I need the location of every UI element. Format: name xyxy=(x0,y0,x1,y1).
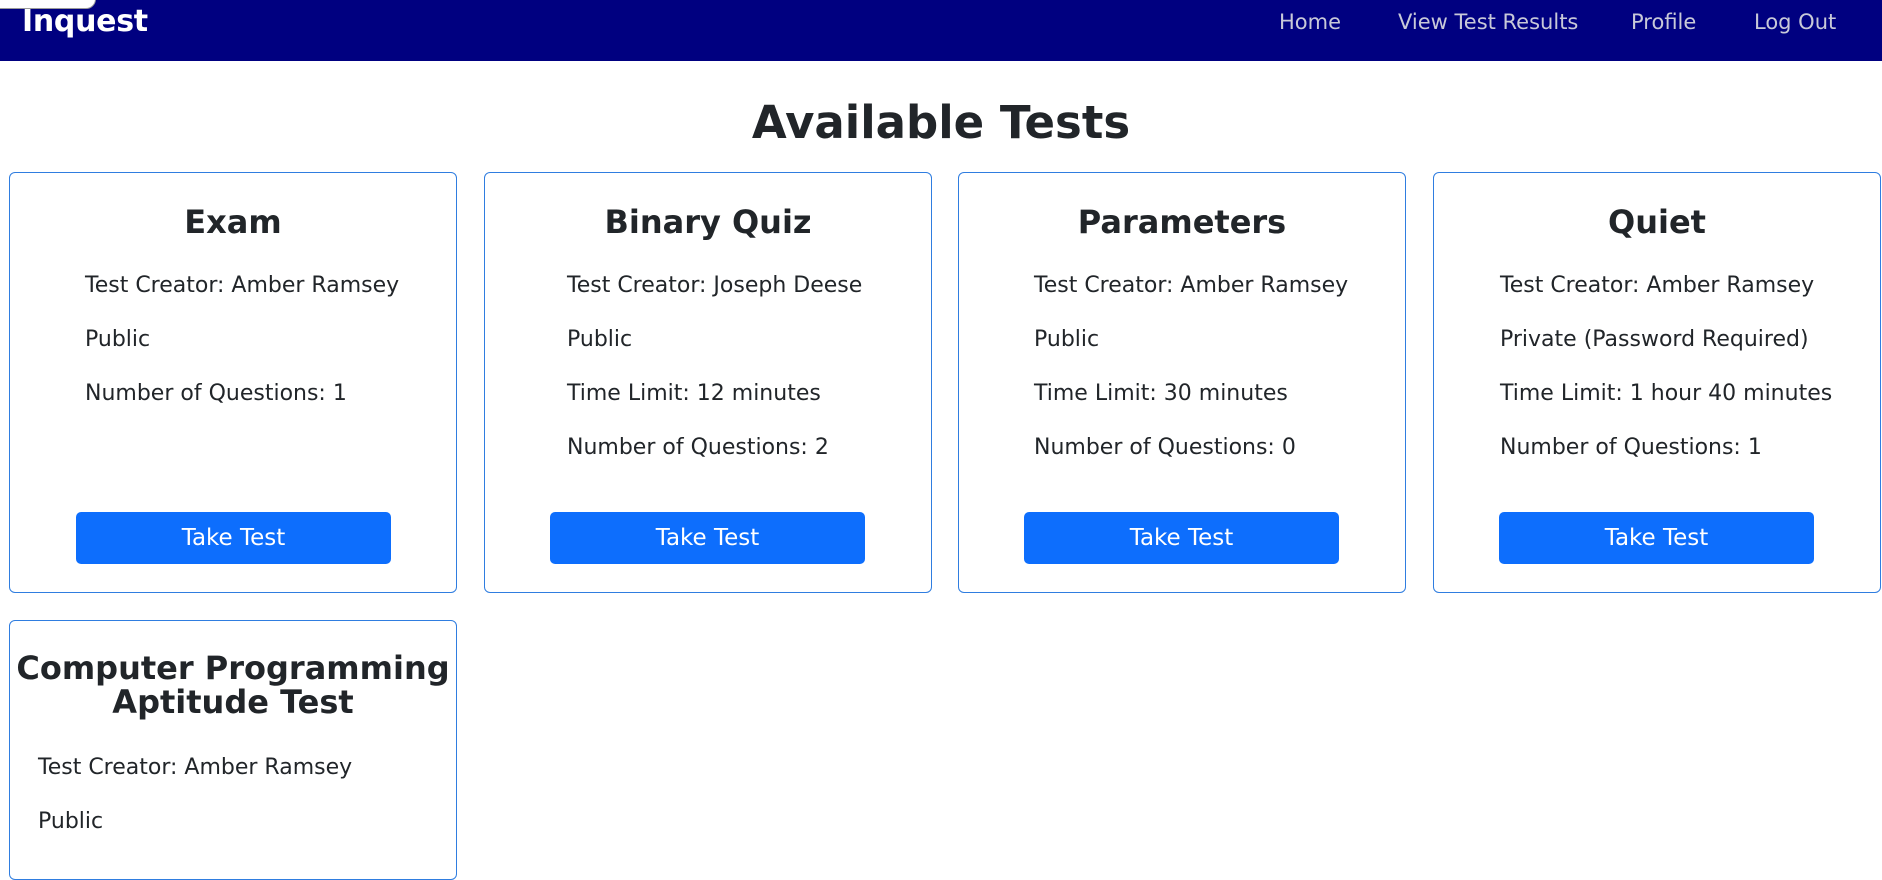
top-navbar: Inquest Home View Test Results Profile L… xyxy=(0,0,1882,61)
test-card-computer-programming-aptitude-test: Computer Programming Aptitude Test Test … xyxy=(9,620,457,880)
card-title: Exam xyxy=(184,203,282,241)
card-title-line-1: Computer Programming xyxy=(16,649,450,687)
card-visibility: Private (Password Required) xyxy=(1500,327,1809,352)
page-title: Available Tests xyxy=(751,96,1131,149)
card-creator: Test Creator: Amber Ramsey xyxy=(1500,273,1815,298)
card-creator: Test Creator: Amber Ramsey xyxy=(85,273,400,298)
card-question-count: Number of Questions: 0 xyxy=(1034,435,1296,460)
take-test-button[interactable]: Take Test xyxy=(1024,512,1339,564)
card-creator: Test Creator: Amber Ramsey xyxy=(1034,273,1349,298)
nav-links: Home View Test Results Profile Log Out xyxy=(0,10,1882,40)
test-card-parameters: Parameters Test Creator: Amber Ramsey Pu… xyxy=(958,172,1406,593)
corner-overlay-badge xyxy=(0,0,96,9)
card-title: Binary Quiz xyxy=(604,203,812,241)
nav-log-out-link[interactable]: Log Out xyxy=(1754,10,1836,34)
card-time-limit: Time Limit: 12 minutes xyxy=(567,381,821,406)
nav-home-link[interactable]: Home xyxy=(1279,10,1341,34)
card-creator: Test Creator: Joseph Deese xyxy=(567,273,863,298)
card-time-limit: Time Limit: 1 hour 40 minutes xyxy=(1500,381,1833,406)
card-title: Quiet xyxy=(1608,203,1706,241)
card-visibility: Public xyxy=(38,809,104,834)
test-card-quiet: Quiet Test Creator: Amber Ramsey Private… xyxy=(1433,172,1881,593)
card-creator: Test Creator: Amber Ramsey xyxy=(38,755,353,780)
nav-profile-link[interactable]: Profile xyxy=(1631,10,1696,34)
card-visibility: Public xyxy=(567,327,633,352)
card-question-count: Number of Questions: 2 xyxy=(567,435,829,460)
test-card-exam: Exam Test Creator: Amber Ramsey Public N… xyxy=(9,172,457,593)
take-test-button[interactable]: Take Test xyxy=(550,512,865,564)
take-test-button[interactable]: Take Test xyxy=(1499,512,1814,564)
take-test-button[interactable]: Take Test xyxy=(76,512,391,564)
card-time-limit: Time Limit: 30 minutes xyxy=(1034,381,1288,406)
test-card-binary-quiz: Binary Quiz Test Creator: Joseph Deese P… xyxy=(484,172,932,593)
card-title-line-2: Aptitude Test xyxy=(112,683,354,721)
card-title: Parameters xyxy=(1077,203,1287,241)
card-visibility: Public xyxy=(85,327,151,352)
card-question-count: Number of Questions: 1 xyxy=(85,381,347,406)
card-question-count: Number of Questions: 1 xyxy=(1500,435,1762,460)
card-visibility: Public xyxy=(1034,327,1100,352)
nav-view-test-results-link[interactable]: View Test Results xyxy=(1398,10,1578,34)
